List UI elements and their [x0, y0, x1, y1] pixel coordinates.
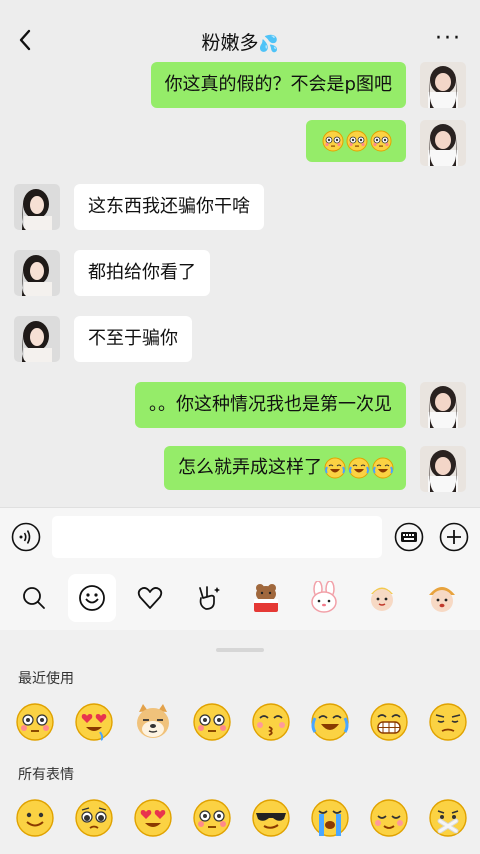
heart-icon — [137, 587, 163, 609]
flushed-emoji-icon — [322, 130, 344, 152]
emoji-panel: 最近使用 所有表情 — [0, 630, 480, 854]
sticker-baby-hat-tab[interactable] — [418, 574, 466, 622]
flushed-emoji-icon[interactable] — [192, 798, 232, 838]
bunny-sticker-icon — [311, 581, 337, 613]
crying-emoji-icon[interactable] — [310, 798, 350, 838]
message-list[interactable]: 你这真的假的？不会是p图吧 这东西我还骗你干啥 都拍给你看了 不至于骗你 。。你… — [0, 58, 480, 506]
relieved-emoji-icon[interactable] — [369, 798, 409, 838]
heart-eyes-emoji-icon[interactable] — [133, 798, 173, 838]
contact-avatar[interactable] — [14, 316, 60, 362]
message-bubble-incoming[interactable]: 都拍给你看了 — [74, 250, 210, 296]
flushed-emoji-icon — [346, 130, 368, 152]
message-input[interactable] — [52, 516, 382, 558]
bear-sticker-icon — [254, 584, 278, 612]
message-text: 这东西我还骗你干啥 — [88, 196, 250, 217]
input-bar — [0, 507, 480, 566]
message-text: 怎么就弄成这样了 — [178, 457, 322, 478]
baby-sticker-icon — [371, 587, 393, 611]
contact-avatar[interactable] — [14, 250, 60, 296]
sweat-droplets-icon: 💦 — [258, 34, 279, 53]
flushed-emoji-icon[interactable] — [15, 702, 55, 742]
heart-eyes-emoji-icon[interactable] — [74, 702, 114, 742]
message-text: 都拍给你看了 — [88, 262, 196, 283]
laugh-cry-emoji-icon — [372, 457, 394, 479]
message-bubble-outgoing[interactable]: 你这真的假的？不会是p图吧 — [150, 62, 406, 108]
add-button[interactable] — [439, 522, 469, 552]
contact-avatar[interactable] — [14, 184, 60, 230]
sticker-bear-tab[interactable] — [242, 574, 290, 622]
emoji-tab-bar — [0, 566, 480, 630]
laugh-cry-emoji-icon — [324, 457, 346, 479]
recent-emoji-label: 最近使用 — [18, 671, 74, 687]
message-bubble-outgoing[interactable]: 怎么就弄成这样了 — [164, 446, 406, 490]
grin-emoji-icon[interactable] — [369, 702, 409, 742]
message-bubble-outgoing[interactable]: 。。你这种情况我也是第一次见 — [135, 382, 406, 428]
pleading-emoji-icon[interactable] — [74, 798, 114, 838]
my-avatar[interactable] — [420, 62, 466, 108]
message-bubble-incoming[interactable]: 不至于骗你 — [74, 316, 192, 362]
voice-icon — [11, 522, 41, 552]
message-text: 你这真的假的？不会是p图吧 — [164, 74, 392, 95]
emoji-smiley-tab[interactable] — [68, 574, 116, 622]
smile-emoji-icon[interactable] — [15, 798, 55, 838]
keyboard-button[interactable] — [394, 522, 424, 552]
all-emoji-label: 所有表情 — [18, 767, 74, 783]
victory-hand-icon — [199, 586, 220, 610]
keyboard-icon — [394, 522, 424, 552]
my-avatar[interactable] — [420, 120, 466, 166]
more-button[interactable]: ··· — [435, 26, 462, 51]
all-emoji-row — [0, 798, 480, 848]
mouth-crossed-emoji-icon[interactable] — [428, 798, 468, 838]
baby-hat-sticker-icon — [429, 587, 455, 612]
search-icon — [23, 587, 45, 609]
emoji-search-tab[interactable] — [10, 574, 58, 622]
plus-icon — [439, 522, 469, 552]
flushed-emoji-icon — [370, 130, 392, 152]
chat-title: 粉嫩多💦 — [0, 28, 480, 55]
my-avatar[interactable] — [420, 382, 466, 428]
cool-emoji-icon[interactable] — [251, 798, 291, 838]
panel-drag-handle[interactable] — [216, 648, 264, 652]
laugh-cry-emoji-icon — [348, 457, 370, 479]
message-text: 。。你这种情况我也是第一次见 — [149, 394, 392, 415]
my-avatar[interactable] — [420, 446, 466, 492]
emoji-favorites-tab[interactable] — [126, 574, 174, 622]
sticker-bunny-tab[interactable] — [300, 574, 348, 622]
sticker-baby-tab[interactable] — [358, 574, 406, 622]
recent-emoji-row — [0, 702, 480, 752]
chat-title-text: 粉嫩多 — [201, 32, 259, 54]
voice-button[interactable] — [11, 522, 41, 552]
smiley-icon — [79, 585, 105, 611]
message-text: 不至于骗你 — [88, 328, 178, 349]
emoji-gesture-tab[interactable] — [184, 574, 232, 622]
doge-emoji-icon[interactable] — [133, 702, 173, 742]
laugh-cry-emoji-icon[interactable] — [310, 702, 350, 742]
flushed-emoji-icon[interactable] — [192, 702, 232, 742]
smirk-emoji-icon[interactable] — [428, 702, 468, 742]
kissing-emoji-icon[interactable] — [251, 702, 291, 742]
message-bubble-incoming[interactable]: 这东西我还骗你干啥 — [74, 184, 264, 230]
message-bubble-outgoing[interactable] — [306, 120, 406, 162]
